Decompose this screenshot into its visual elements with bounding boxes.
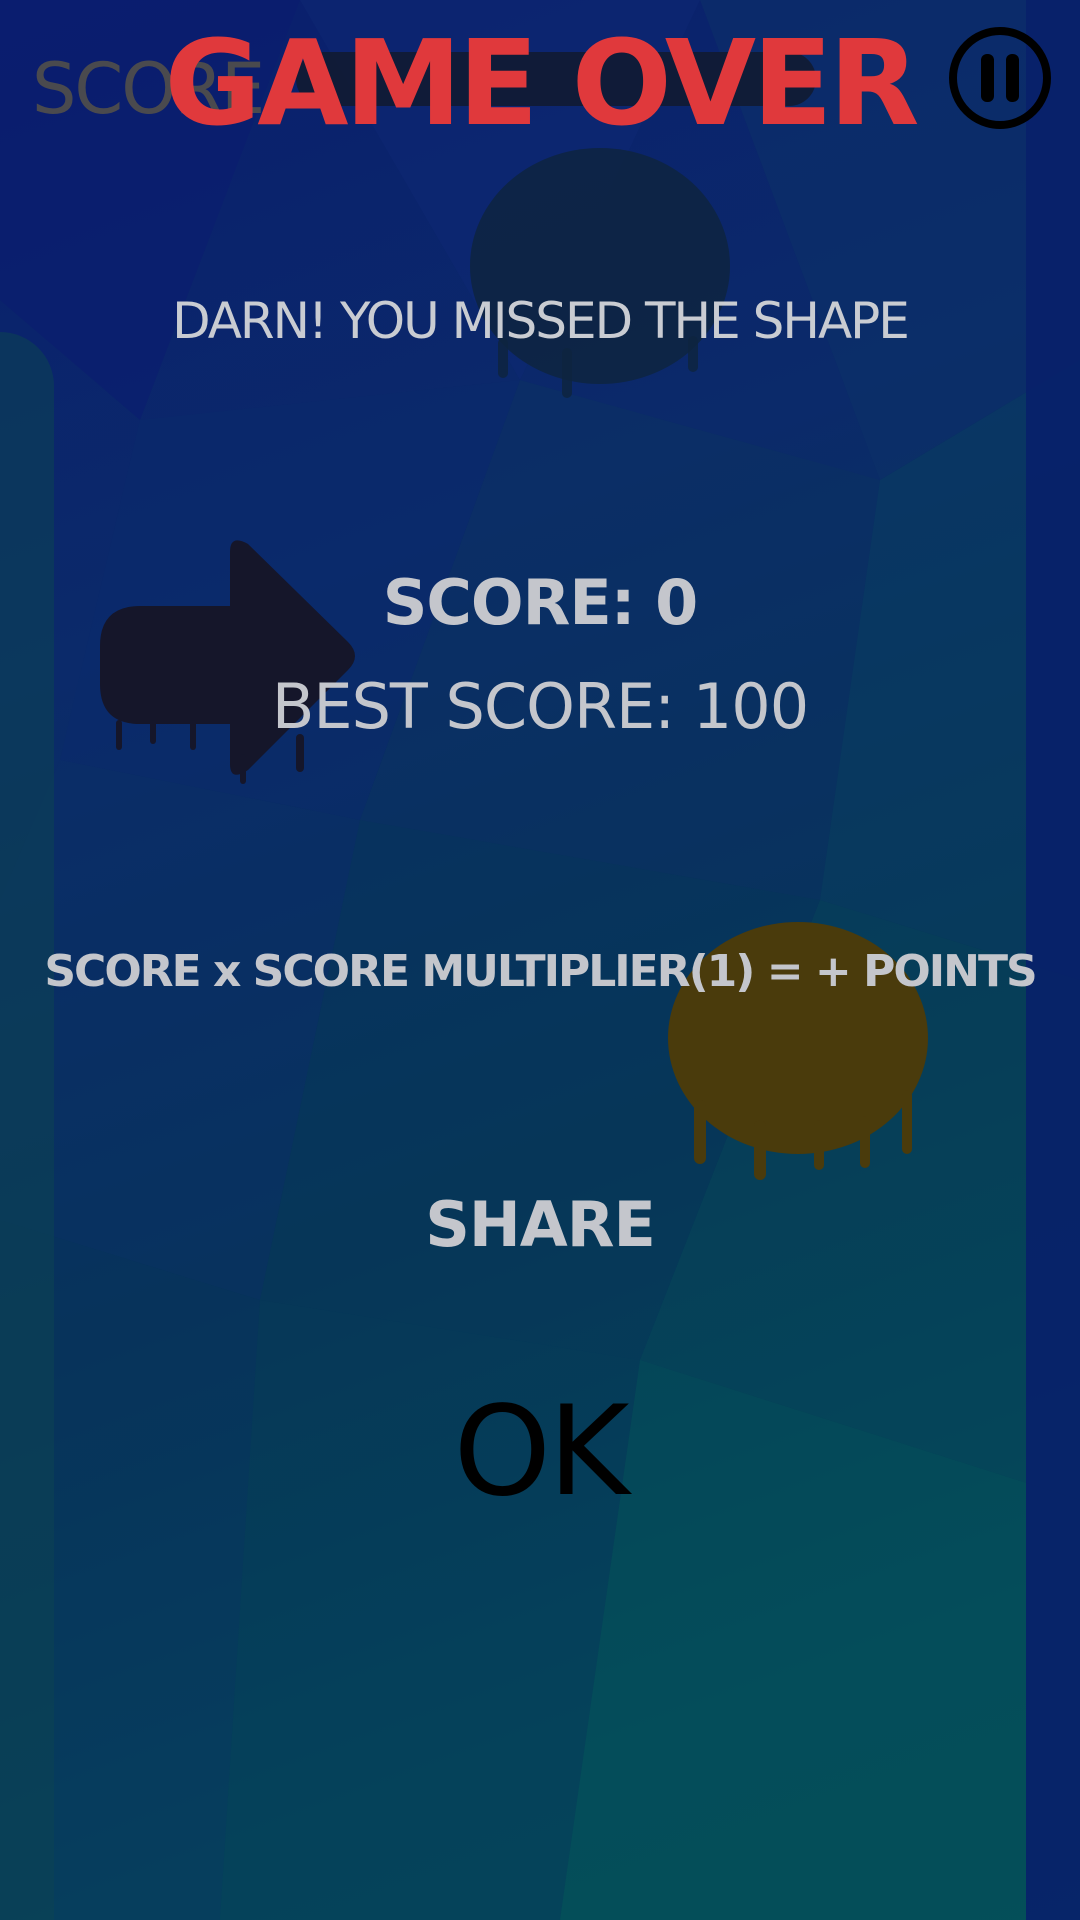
ok-button[interactable]: OK bbox=[0, 1380, 1080, 1524]
score-text: SCORE: 0 bbox=[382, 566, 698, 639]
score-formula-text: SCORE x SCORE MULTIPLIER(1) = + POINTS bbox=[44, 946, 1037, 997]
game-over-title: GAME OVER bbox=[164, 14, 919, 152]
dripping-circle-shape bbox=[470, 148, 730, 398]
best-score-text: BEST SCORE: 100 bbox=[271, 670, 809, 743]
share-button[interactable]: SHARE bbox=[0, 1188, 1080, 1261]
pause-button[interactable] bbox=[948, 26, 1052, 130]
game-over-screen: SCORE GAME OVER DARN! YOU MISSED THE SHA… bbox=[0, 0, 1080, 1920]
missed-message: DARN! YOU MISSED THE SHAPE bbox=[172, 292, 910, 350]
pause-icon bbox=[949, 27, 1051, 129]
